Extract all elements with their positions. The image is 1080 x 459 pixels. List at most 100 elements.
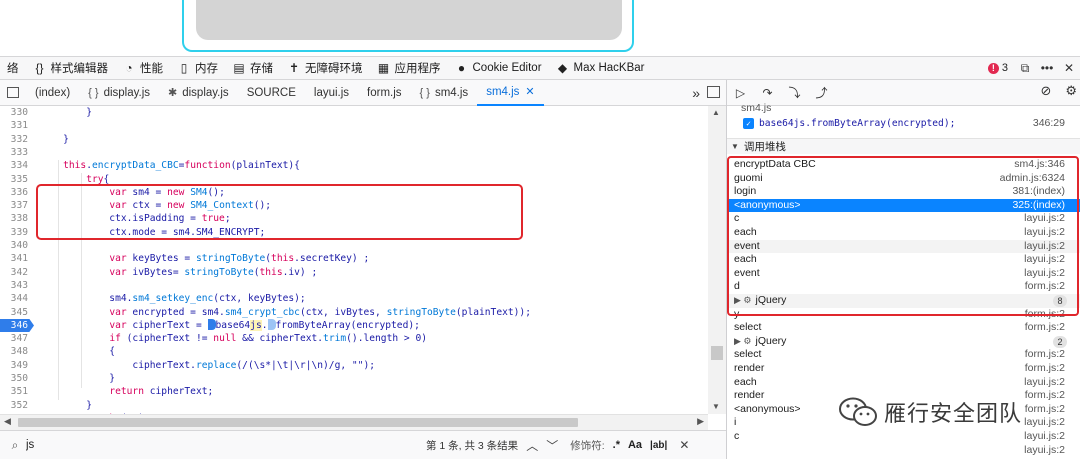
- devtools-tool-2[interactable]: ◔ 性能: [115, 57, 170, 79]
- scroll-left-arrow-icon[interactable]: ◀: [4, 416, 11, 427]
- source-tab[interactable]: SOURCE: [238, 80, 305, 106]
- call-stack-group[interactable]: ▶ ⚙ jQuery 8: [727, 294, 1080, 308]
- call-stack-frame[interactable]: y form.js:2: [727, 308, 1080, 322]
- close-tab-icon[interactable]: ✕: [525, 79, 534, 105]
- step-in-icon[interactable]: ⤵: [781, 84, 808, 101]
- call-stack-frame[interactable]: each layui.js:2: [727, 253, 1080, 267]
- line-number[interactable]: 352: [0, 399, 30, 412]
- code-line[interactable]: 342 var ivBytes= stringToByte(this.iv) ;: [0, 266, 708, 279]
- line-number[interactable]: 344: [0, 292, 30, 305]
- step-over-icon[interactable]: ↷: [754, 86, 781, 100]
- line-number[interactable]: 351: [0, 385, 30, 398]
- breakpoint-row[interactable]: ✓ base64js.fromByteArray(encrypted); 346…: [743, 116, 1075, 130]
- line-number[interactable]: 347: [0, 332, 30, 345]
- error-count-badge[interactable]: ! 3: [982, 62, 1014, 74]
- devtools-tool-8[interactable]: ◆ Max HacKBar: [549, 57, 652, 79]
- line-number[interactable]: 340: [0, 239, 30, 252]
- line-number[interactable]: 343: [0, 279, 30, 292]
- source-tab[interactable]: sm4.js ✕: [477, 79, 544, 106]
- expand-group-icon[interactable]: ▶ ⚙: [734, 336, 752, 346]
- code-line[interactable]: 343: [0, 279, 708, 292]
- code-line[interactable]: 331: [0, 119, 708, 132]
- call-stack-frame[interactable]: select form.js:2: [727, 348, 1080, 362]
- scroll-thumb[interactable]: [711, 346, 723, 360]
- disable-breakpoints-icon[interactable]: ⊘: [1040, 83, 1051, 99]
- code-line[interactable]: 335 try{: [0, 173, 708, 186]
- devtools-tool-6[interactable]: ▦ 应用程序: [370, 57, 448, 79]
- devtools-tool-3[interactable]: ▯ 内存: [170, 57, 225, 79]
- case-sensitive-toggle[interactable]: Aa: [628, 439, 642, 451]
- whole-word-toggle[interactable]: |ab|: [650, 440, 667, 451]
- call-stack-frame[interactable]: select form.js:2: [727, 321, 1080, 335]
- code-line[interactable]: 349 cipherText.replace(/(\s*|\t|\r|\n)/g…: [0, 359, 708, 372]
- source-tab[interactable]: form.js: [358, 80, 411, 106]
- next-result-icon[interactable]: ﹀: [546, 437, 558, 454]
- call-stack-frame[interactable]: d form.js:2: [727, 280, 1080, 294]
- source-tab[interactable]: { } sm4.js: [411, 80, 478, 106]
- devtools-tool-4[interactable]: ▤ 存储: [225, 57, 280, 79]
- source-tab[interactable]: { } display.js: [79, 80, 159, 106]
- devtools-tool-5[interactable]: ✝ 无障碍环境: [280, 57, 370, 79]
- call-stack-frame[interactable]: event layui.js:2: [727, 267, 1080, 281]
- call-stack-frame[interactable]: c layui.js:2: [727, 212, 1080, 226]
- call-stack-header[interactable]: ▼ 调用堆栈: [727, 138, 1080, 154]
- code-editor[interactable]: 330 } 331 332 } 333 334 this.encryptData_CBC…: [0, 106, 708, 414]
- source-tab[interactable]: ✱ display.js: [159, 80, 238, 106]
- toggle-debugger-pane-icon[interactable]: [707, 86, 720, 98]
- code-line[interactable]: 330 }: [0, 106, 708, 119]
- call-stack-frame[interactable]: layui.js:2: [727, 444, 1080, 458]
- line-number[interactable]: 350: [0, 372, 30, 385]
- code-line[interactable]: 352 }: [0, 399, 708, 412]
- call-stack-frame[interactable]: each layui.js:2: [727, 376, 1080, 390]
- call-stack-frame[interactable]: guomi admin.js:6324: [727, 172, 1080, 186]
- breakpoint-checkbox[interactable]: ✓: [743, 117, 754, 129]
- resume-icon[interactable]: ▷: [727, 86, 754, 100]
- devtools-tool-1[interactable]: {} 样式编辑器: [26, 57, 116, 79]
- dock-side-icon[interactable]: ⧉: [1014, 61, 1036, 76]
- source-tab[interactable]: (index): [26, 80, 79, 106]
- line-number[interactable]: 334: [0, 159, 30, 172]
- code-line[interactable]: 348 {: [0, 345, 708, 358]
- editor-vertical-scrollbar[interactable]: ▲ ▼: [708, 106, 726, 414]
- code-line[interactable]: 346 var cipherText = base64js. fromByteAr…: [0, 318, 708, 333]
- call-stack-frame[interactable]: render form.js:2: [727, 362, 1080, 376]
- close-search-icon[interactable]: ✕: [679, 438, 689, 452]
- call-stack-frame[interactable]: each layui.js:2: [727, 226, 1080, 240]
- line-number[interactable]: 342: [0, 266, 30, 279]
- scroll-down-arrow-icon[interactable]: ▼: [712, 402, 720, 411]
- more-tabs-chevron-icon[interactable]: »: [692, 80, 700, 106]
- code-line[interactable]: 333: [0, 146, 708, 159]
- line-number[interactable]: 332: [0, 133, 30, 146]
- code-line[interactable]: 341 var keyBytes = stringToByte(this.sec…: [0, 252, 708, 265]
- line-number[interactable]: 338: [0, 212, 30, 225]
- code-line[interactable]: 350 }: [0, 372, 708, 385]
- line-number[interactable]: 335: [0, 173, 30, 186]
- breakpoint-column-marker-icon[interactable]: [267, 319, 276, 331]
- code-line[interactable]: 345 var encrypted = sm4.sm4_crypt_cbc(ct…: [0, 306, 708, 319]
- scroll-thumb[interactable]: [18, 418, 578, 427]
- search-input[interactable]: [26, 439, 416, 451]
- line-number[interactable]: 331: [0, 119, 30, 132]
- source-tab[interactable]: layui.js: [305, 80, 358, 106]
- call-stack-frame[interactable]: event layui.js:2: [727, 239, 1080, 254]
- line-number[interactable]: 345: [0, 306, 30, 319]
- call-stack-group[interactable]: ▶ ⚙ jQuery 2: [727, 335, 1080, 349]
- line-number[interactable]: 339: [0, 226, 30, 239]
- code-line[interactable]: 351 return cipherText;: [0, 385, 708, 398]
- code-line[interactable]: 338 ctx.isPadding = true;: [0, 212, 708, 225]
- code-line[interactable]: 339 ctx.mode = sm4.SM4_ENCRYPT;: [0, 226, 708, 239]
- previous-result-icon[interactable]: ︿: [526, 437, 538, 454]
- line-number[interactable]: 336: [0, 186, 30, 199]
- devtools-tool-7[interactable]: ● Cookie Editor: [448, 57, 549, 79]
- line-number[interactable]: 337: [0, 199, 30, 212]
- line-number[interactable]: 341: [0, 252, 30, 265]
- more-options-icon[interactable]: •••: [1036, 61, 1058, 75]
- code-line[interactable]: 344 sm4.sm4_setkey_enc(ctx, keyBytes);: [0, 292, 708, 305]
- code-line[interactable]: 340: [0, 239, 708, 252]
- line-number[interactable]: 330: [0, 106, 30, 119]
- editor-horizontal-scrollbar[interactable]: ◀ ▶: [0, 414, 708, 430]
- call-stack-frame[interactable]: encryptData CBC sm4.js:346: [727, 158, 1080, 172]
- code-line[interactable]: 334 this.encryptData_CBC=function(plainT…: [0, 159, 708, 172]
- line-number[interactable]: 349: [0, 359, 30, 372]
- line-number[interactable]: 348: [0, 345, 30, 358]
